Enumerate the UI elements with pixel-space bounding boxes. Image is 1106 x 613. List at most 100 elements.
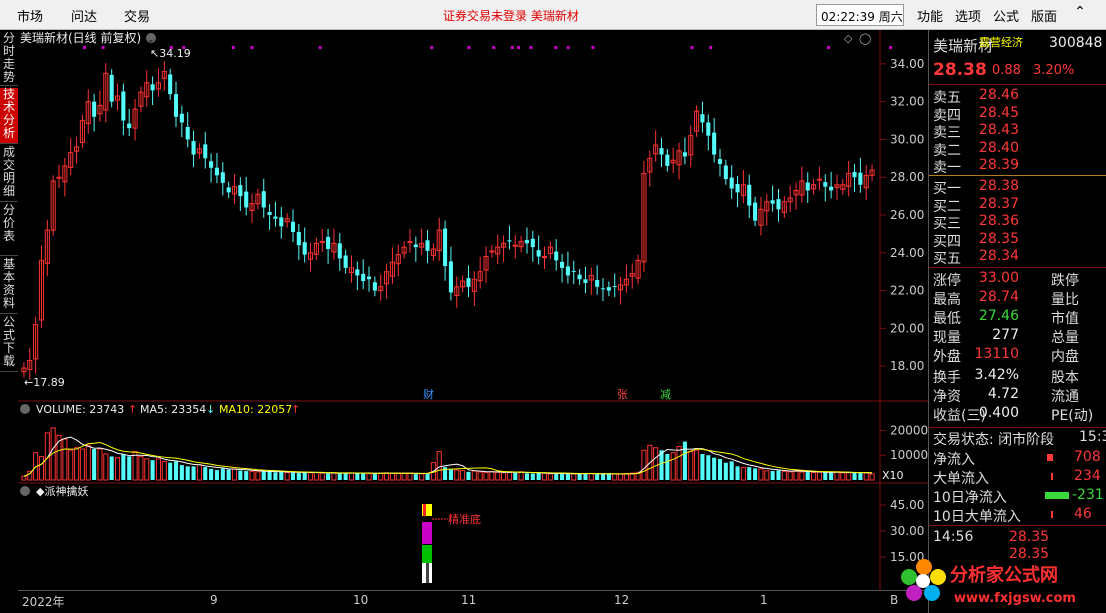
ask-row: 卖四 28.45: [929, 105, 1106, 124]
flow-row-label: 净流入: [933, 452, 975, 468]
stat-row-label: 最高: [933, 292, 961, 308]
stat-row-label2: 内盘: [1051, 349, 1079, 365]
volume-bar: [244, 471, 249, 480]
chart-svg[interactable]: 美瑞新材(日线 前复权) ⌄ ◇ ◯ 34.00 32.00 30.00 28.00 2…: [18, 30, 928, 590]
event-dot: [517, 46, 521, 49]
clock: 02:22:39 周六: [816, 4, 904, 26]
candle-body: [366, 276, 372, 280]
event-dot: [566, 46, 570, 49]
arrow-up-icon: ↑: [128, 403, 137, 416]
low-value: 17.89: [33, 376, 65, 389]
candle-body: [56, 176, 62, 179]
candle-body: [536, 250, 541, 257]
volume-bar: [261, 471, 266, 480]
trade-status-row: 交易状态: 闭市阶段 15:3: [929, 429, 1106, 448]
price-tick-label: 32.00: [890, 95, 924, 109]
volume-bar: [717, 458, 723, 480]
stat-row-label2: 总量: [1051, 330, 1079, 346]
candle-body: [524, 239, 530, 244]
menu-layout[interactable]: 版面: [1031, 6, 1057, 25]
stat-row-label2: 跌停: [1051, 273, 1079, 289]
candle-body: [121, 91, 126, 121]
candle-body: [214, 167, 219, 176]
arrow-down-icon: ↓: [206, 403, 215, 416]
price-tick-label: 28.00: [890, 170, 924, 184]
volume-bar: [665, 453, 670, 480]
stat-row: 净资 4.72 流通: [929, 386, 1106, 405]
volume-bar: [273, 472, 278, 480]
candle-body: [600, 288, 606, 290]
candle-body: [226, 187, 231, 193]
volume-menu-icon[interactable]: [20, 404, 30, 414]
volume-bar: [296, 473, 301, 480]
candle-body: [659, 148, 664, 155]
settings-circle-icon[interactable]: ◯: [859, 32, 871, 45]
candle-body: [735, 184, 740, 193]
concept-badge[interactable]: 露营经济: [979, 34, 1023, 50]
menu-options[interactable]: 选项: [955, 6, 981, 25]
tab-price-table[interactable]: 分价表: [0, 204, 18, 256]
ma10-label: MA10: 22057: [219, 403, 292, 416]
candle-body: [168, 74, 173, 95]
candle-body: [209, 161, 214, 168]
candle-body: [92, 101, 97, 117]
menu-trade[interactable]: 交易: [124, 6, 150, 25]
indicator-menu-icon[interactable]: [20, 486, 30, 496]
menu-wenda[interactable]: 问达: [71, 6, 97, 25]
candle-body: [571, 270, 576, 272]
volume-bar: [185, 466, 190, 480]
event-dot: [430, 46, 434, 49]
high-arrow-icon: ↖: [150, 47, 159, 60]
candle-body: [717, 159, 723, 164]
price-tick-label: 20.00: [890, 321, 924, 335]
candle-body: [220, 172, 225, 183]
menu-market[interactable]: 市场: [17, 6, 43, 25]
volume-bar: [700, 453, 705, 480]
tab-formula-download[interactable]: 公式下载: [0, 316, 18, 372]
chart-title: 美瑞新材(日线 前复权): [20, 30, 141, 45]
volume-bar: [127, 456, 132, 480]
trade-time: 15:3: [1079, 429, 1106, 445]
candle-body: [355, 269, 360, 276]
candle-body: [466, 278, 471, 287]
bid-row-value: 28.34: [978, 248, 1019, 264]
watermark-logo: 分析家公式网 www.fxjgsw.com: [894, 553, 1106, 613]
diamond-icon[interactable]: ◇: [844, 32, 853, 45]
menu-formula[interactable]: 公式: [993, 6, 1019, 25]
flow-value: 708: [1074, 449, 1101, 465]
tab-intraday[interactable]: 分时走势: [0, 32, 18, 86]
chart-area[interactable]: 美瑞新材(日线 前复权) ⌄ ◇ ◯ 34.00 32.00 30.00 28.00 2…: [18, 30, 928, 590]
candle-body: [244, 191, 249, 208]
tab-trade-detail[interactable]: 成交明细: [0, 146, 18, 202]
candle-body: [302, 242, 307, 255]
indicator-label: 精准底: [448, 512, 481, 526]
ask-row: 卖二 28.40: [929, 140, 1106, 159]
stat-row-label: 净资: [933, 389, 961, 405]
stat-row: 最高 28.74 量比: [929, 289, 1106, 308]
candle-body: [577, 274, 582, 280]
volume-bar: [267, 471, 272, 480]
ask-row-value: 28.43: [978, 122, 1019, 138]
candle-body: [191, 140, 196, 155]
volume-bar: [583, 473, 588, 480]
volume-bar: [279, 472, 284, 480]
volume-bar: [823, 472, 828, 480]
volume-bar: [337, 473, 342, 480]
flow-row-label: 大单流入: [933, 471, 989, 487]
candle-body: [612, 286, 617, 288]
chevron-up-icon[interactable]: ⌃: [1071, 4, 1089, 20]
candle-body: [425, 240, 430, 251]
volume-bar: [858, 473, 863, 480]
tab-fundamentals[interactable]: 基本资料: [0, 258, 18, 314]
price-tick-label: 22.00: [890, 284, 924, 298]
candle-body: [261, 191, 266, 208]
tab-technical[interactable]: 技术分析: [0, 88, 18, 144]
menu-function[interactable]: 功能: [917, 6, 943, 25]
candle-body: [343, 255, 348, 268]
flow-bar: [1051, 473, 1053, 480]
candle-body: [279, 217, 284, 227]
candle-body: [443, 228, 448, 266]
volume-bar: [361, 473, 366, 480]
flow-value: -231: [1072, 487, 1104, 503]
stat-row: 最低 27.46 市值: [929, 308, 1106, 327]
